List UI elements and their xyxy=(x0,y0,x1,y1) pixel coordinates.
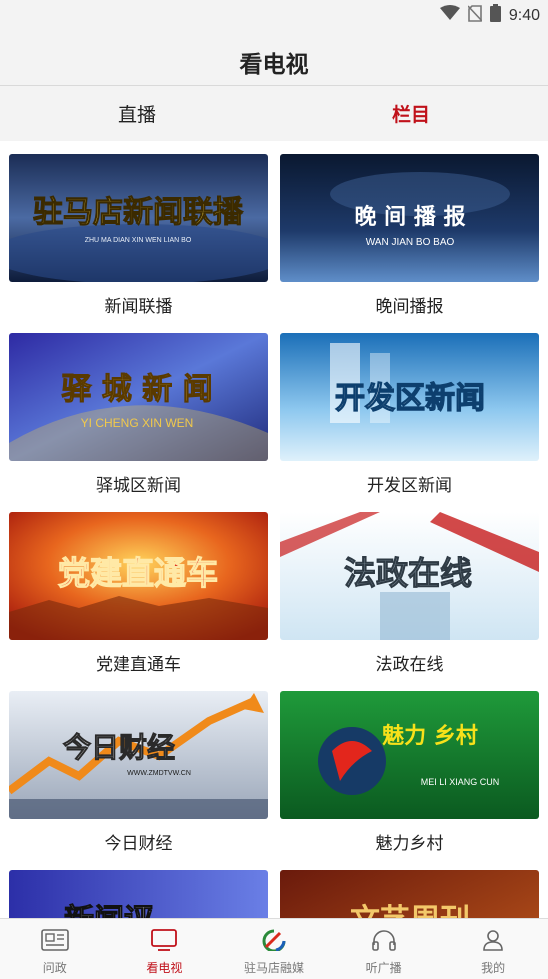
nav-item-wenzheng[interactable]: 问政 xyxy=(0,919,110,979)
program-thumbnail: 魅力 乡村 MEI LI XIANG CUN xyxy=(280,691,539,819)
program-card-culture-weekly[interactable]: 文艺周刊 xyxy=(280,870,539,918)
thumb-subtitle: WAN JIAN BO BAO xyxy=(366,237,455,248)
tv-icon xyxy=(151,929,178,956)
nav-item-mine[interactable]: 我的 xyxy=(438,919,548,979)
app-header: 看电视 xyxy=(0,28,548,86)
thumb-subtitle: ZHU MA DIAN XIN WEN LIAN BO xyxy=(85,237,192,244)
status-time: 9:40 xyxy=(508,6,540,24)
program-grid: 驻马店新闻联播 ZHU MA DIAN XIN WEN LIAN BO 新闻联播… xyxy=(0,141,548,918)
program-card-party-express[interactable]: 党建直通车 党建直通车 xyxy=(9,512,268,675)
news-icon xyxy=(40,929,69,956)
program-thumbnail: 法政在线 xyxy=(280,512,539,640)
brand-logo-icon xyxy=(260,929,288,956)
nav-label: 我的 xyxy=(481,961,506,975)
tab-bar: 直播 栏目 xyxy=(0,86,548,141)
thumb-title: 魅力 乡村 xyxy=(382,723,478,749)
thumb-subtitle: WWW.ZMDTVW.CN xyxy=(127,770,191,777)
program-card-law-online[interactable]: 法政在线 法政在线 xyxy=(280,512,539,675)
nav-label: 听广播 xyxy=(365,961,402,975)
program-card-finance-today[interactable]: 今日财经 WWW.ZMDTVW.CN 今日财经 xyxy=(9,691,268,854)
tab-live[interactable]: 直播 xyxy=(0,86,274,141)
thumb-subtitle: YI CHENG XIN WEN xyxy=(81,416,194,430)
program-thumbnail: 文艺周刊 xyxy=(280,870,539,918)
thumb-title: 驻马店新闻联播 xyxy=(33,195,244,230)
status-icons: 9:40 xyxy=(439,4,540,27)
program-name: 党建直通车 xyxy=(96,655,181,675)
nav-item-listen-radio[interactable]: 听广播 xyxy=(329,919,439,979)
program-thumbnail: 驿 城 新 闻 YI CHENG XIN WEN xyxy=(9,333,268,461)
no-sim-icon xyxy=(467,4,483,27)
program-card-news-commentary[interactable]: 新闻评 xyxy=(9,870,268,918)
wifi-icon xyxy=(439,5,460,26)
battery-icon xyxy=(489,4,501,27)
program-thumbnail: 党建直通车 xyxy=(9,512,268,640)
program-name: 开发区新闻 xyxy=(367,476,452,496)
nav-item-zmd-media[interactable]: 驻马店融媒 xyxy=(219,919,329,979)
thumb-title: 今日财经 xyxy=(63,731,175,764)
tab-columns[interactable]: 栏目 xyxy=(274,86,548,141)
thumb-title: 法政在线 xyxy=(344,554,472,592)
nav-label: 看电视 xyxy=(146,961,183,975)
page-title: 看电视 xyxy=(239,52,309,78)
program-card-charming-village[interactable]: 魅力 乡村 MEI LI XIANG CUN 魅力乡村 xyxy=(280,691,539,854)
program-thumbnail: 新闻评 xyxy=(9,870,268,918)
status-bar: 9:40 xyxy=(0,0,548,28)
thumb-title: 驿 城 新 闻 xyxy=(61,372,212,407)
thumb-title: 党建直通车 xyxy=(58,554,218,592)
program-card-news-broadcast[interactable]: 驻马店新闻联播 ZHU MA DIAN XIN WEN LIAN BO 新闻联播 xyxy=(9,154,268,317)
thumb-subtitle: MEI LI XIANG CUN xyxy=(421,777,500,787)
thumb-title: 文艺周刊 xyxy=(350,903,470,918)
nav-label: 问政 xyxy=(42,961,67,975)
bottom-nav: 问政 看电视 驻马店融媒 听广播 我的 xyxy=(0,918,548,979)
program-thumbnail: 开发区新闻 xyxy=(280,333,539,461)
program-thumbnail: 今日财经 WWW.ZMDTVW.CN xyxy=(9,691,268,819)
program-name: 法政在线 xyxy=(375,655,444,675)
user-icon xyxy=(482,929,504,956)
nav-item-watch-tv[interactable]: 看电视 xyxy=(110,919,220,979)
program-thumbnail: 晚 间 播 报 WAN JIAN BO BAO xyxy=(280,154,539,282)
program-card-dev-zone-news[interactable]: 开发区新闻 开发区新闻 xyxy=(280,333,539,496)
headphones-icon xyxy=(371,929,397,956)
program-name: 新闻联播 xyxy=(104,297,173,317)
program-name: 晚间播报 xyxy=(375,297,444,317)
program-card-evening-report[interactable]: 晚 间 播 报 WAN JIAN BO BAO 晚间播报 xyxy=(280,154,539,317)
thumb-title: 新闻评 xyxy=(64,903,154,918)
program-name: 魅力乡村 xyxy=(375,834,444,854)
program-name: 驿城区新闻 xyxy=(96,476,181,496)
program-card-yicheng-news[interactable]: 驿 城 新 闻 YI CHENG XIN WEN 驿城区新闻 xyxy=(9,333,268,496)
nav-label: 驻马店融媒 xyxy=(243,961,304,975)
thumb-title: 开发区新闻 xyxy=(335,381,485,416)
program-name: 今日财经 xyxy=(104,834,173,854)
thumb-title: 晚 间 播 报 xyxy=(355,205,466,230)
program-thumbnail: 驻马店新闻联播 ZHU MA DIAN XIN WEN LIAN BO xyxy=(9,154,268,282)
